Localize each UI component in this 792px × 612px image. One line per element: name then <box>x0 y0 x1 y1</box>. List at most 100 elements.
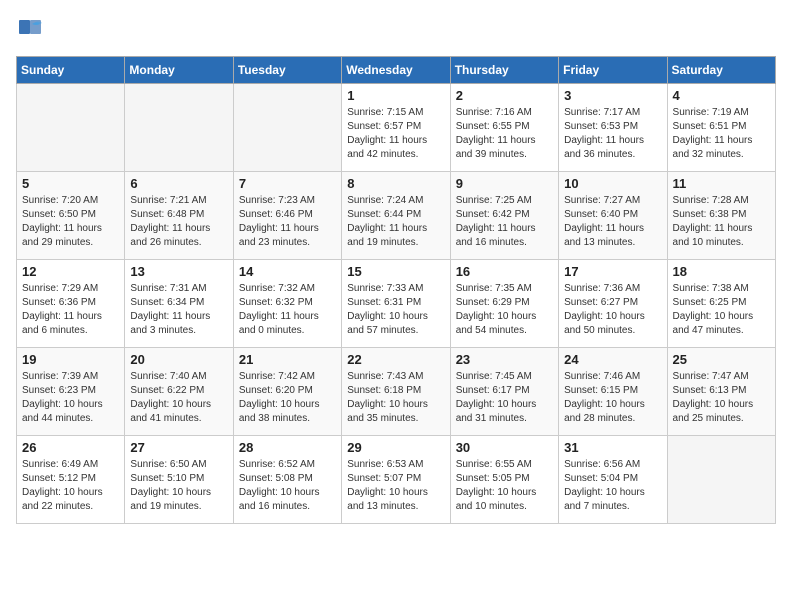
calendar-week-row: 12 Sunrise: 7:29 AM Sunset: 6:36 PM Dayli… <box>17 260 776 348</box>
day-info: Sunrise: 7:43 AM Sunset: 6:18 PM Dayligh… <box>347 370 444 426</box>
calendar-header-monday: Monday <box>125 57 233 84</box>
calendar-cell: 28 Sunrise: 6:52 AM Sunset: 5:08 PM Dayli… <box>233 436 341 524</box>
calendar-cell: 25Sunrise: 7:47 AM Sunset: 6:13 PM Dayli… <box>667 348 775 436</box>
day-number: 13 <box>130 264 227 279</box>
day-number: 1 <box>347 88 444 103</box>
calendar-week-row: 26 Sunrise: 6:49 AM Sunset: 5:12 PM Dayli… <box>17 436 776 524</box>
day-number: 11 <box>673 176 770 191</box>
day-number: 30 <box>456 440 553 455</box>
day-number: 5 <box>22 176 119 191</box>
calendar-cell: 17 Sunrise: 7:36 AM Sunset: 6:27 PM Dayli… <box>559 260 667 348</box>
calendar-cell <box>233 84 341 172</box>
day-info: Sunrise: 7:39 AM Sunset: 6:23 PM Dayligh… <box>22 370 119 426</box>
day-info: Sunrise: 7:16 AM Sunset: 6:55 PM Dayligh… <box>456 106 553 162</box>
day-info: Sunrise: 7:38 AM Sunset: 6:25 PM Dayligh… <box>673 282 770 338</box>
day-number: 12 <box>22 264 119 279</box>
calendar-cell: 6Sunrise: 7:21 AM Sunset: 6:48 PM Daylig… <box>125 172 233 260</box>
day-info: Sunrise: 7:17 AM Sunset: 6:53 PM Dayligh… <box>564 106 661 162</box>
day-info: Sunrise: 7:24 AM Sunset: 6:44 PM Dayligh… <box>347 194 444 250</box>
day-number: 17 <box>564 264 661 279</box>
calendar-header-wednesday: Wednesday <box>342 57 450 84</box>
day-info: Sunrise: 6:49 AM Sunset: 5:12 PM Dayligh… <box>22 458 119 514</box>
day-number: 21 <box>239 352 336 367</box>
calendar-cell: 30 Sunrise: 6:55 AM Sunset: 5:05 PM Dayli… <box>450 436 558 524</box>
calendar-cell: 23 Sunrise: 7:45 AM Sunset: 6:17 PM Dayli… <box>450 348 558 436</box>
day-number: 28 <box>239 440 336 455</box>
day-info: Sunrise: 7:25 AM Sunset: 6:42 PM Dayligh… <box>456 194 553 250</box>
calendar-week-row: 1 Sunrise: 7:15 AM Sunset: 6:57 PM Daylig… <box>17 84 776 172</box>
calendar-header-thursday: Thursday <box>450 57 558 84</box>
calendar-cell <box>125 84 233 172</box>
day-info: Sunrise: 7:40 AM Sunset: 6:22 PM Dayligh… <box>130 370 227 426</box>
day-info: Sunrise: 7:28 AM Sunset: 6:38 PM Dayligh… <box>673 194 770 250</box>
logo <box>16 16 48 44</box>
day-number: 26 <box>22 440 119 455</box>
day-number: 25 <box>673 352 770 367</box>
calendar-cell: 24 Sunrise: 7:46 AM Sunset: 6:15 PM Dayli… <box>559 348 667 436</box>
calendar-cell: 26 Sunrise: 6:49 AM Sunset: 5:12 PM Dayli… <box>17 436 125 524</box>
calendar-cell: 8 Sunrise: 7:24 AM Sunset: 6:44 PM Daylig… <box>342 172 450 260</box>
day-number: 20 <box>130 352 227 367</box>
calendar-cell: 7 Sunrise: 7:23 AM Sunset: 6:46 PM Daylig… <box>233 172 341 260</box>
calendar-cell: 29 Sunrise: 6:53 AM Sunset: 5:07 PM Dayli… <box>342 436 450 524</box>
logo-icon <box>16 16 44 44</box>
calendar-cell: 15Sunrise: 7:33 AM Sunset: 6:31 PM Dayli… <box>342 260 450 348</box>
day-info: Sunrise: 7:45 AM Sunset: 6:17 PM Dayligh… <box>456 370 553 426</box>
calendar-cell <box>17 84 125 172</box>
day-number: 29 <box>347 440 444 455</box>
day-number: 7 <box>239 176 336 191</box>
day-info: Sunrise: 7:36 AM Sunset: 6:27 PM Dayligh… <box>564 282 661 338</box>
calendar-cell: 5Sunrise: 7:20 AM Sunset: 6:50 PM Daylig… <box>17 172 125 260</box>
day-number: 8 <box>347 176 444 191</box>
day-info: Sunrise: 7:35 AM Sunset: 6:29 PM Dayligh… <box>456 282 553 338</box>
calendar-cell: 11 Sunrise: 7:28 AM Sunset: 6:38 PM Dayli… <box>667 172 775 260</box>
day-number: 23 <box>456 352 553 367</box>
day-info: Sunrise: 6:53 AM Sunset: 5:07 PM Dayligh… <box>347 458 444 514</box>
calendar-cell: 10 Sunrise: 7:27 AM Sunset: 6:40 PM Dayli… <box>559 172 667 260</box>
day-number: 18 <box>673 264 770 279</box>
calendar-cell: 16 Sunrise: 7:35 AM Sunset: 6:29 PM Dayli… <box>450 260 558 348</box>
day-number: 4 <box>673 88 770 103</box>
day-info: Sunrise: 7:29 AM Sunset: 6:36 PM Dayligh… <box>22 282 119 338</box>
day-info: Sunrise: 6:55 AM Sunset: 5:05 PM Dayligh… <box>456 458 553 514</box>
calendar-cell: 3 Sunrise: 7:17 AM Sunset: 6:53 PM Daylig… <box>559 84 667 172</box>
day-info: Sunrise: 7:32 AM Sunset: 6:32 PM Dayligh… <box>239 282 336 338</box>
day-number: 9 <box>456 176 553 191</box>
calendar-cell: 9 Sunrise: 7:25 AM Sunset: 6:42 PM Daylig… <box>450 172 558 260</box>
calendar-cell: 20 Sunrise: 7:40 AM Sunset: 6:22 PM Dayli… <box>125 348 233 436</box>
calendar-cell: 4 Sunrise: 7:19 AM Sunset: 6:51 PM Daylig… <box>667 84 775 172</box>
day-number: 27 <box>130 440 227 455</box>
calendar-cell: 19Sunrise: 7:39 AM Sunset: 6:23 PM Dayli… <box>17 348 125 436</box>
day-number: 2 <box>456 88 553 103</box>
day-info: Sunrise: 7:19 AM Sunset: 6:51 PM Dayligh… <box>673 106 770 162</box>
calendar-header-tuesday: Tuesday <box>233 57 341 84</box>
calendar-table: SundayMondayTuesdayWednesdayThursdayFrid… <box>16 56 776 524</box>
calendar-header-friday: Friday <box>559 57 667 84</box>
day-info: Sunrise: 6:52 AM Sunset: 5:08 PM Dayligh… <box>239 458 336 514</box>
day-info: Sunrise: 6:50 AM Sunset: 5:10 PM Dayligh… <box>130 458 227 514</box>
day-info: Sunrise: 7:27 AM Sunset: 6:40 PM Dayligh… <box>564 194 661 250</box>
day-info: Sunrise: 7:31 AM Sunset: 6:34 PM Dayligh… <box>130 282 227 338</box>
calendar-header-sunday: Sunday <box>17 57 125 84</box>
day-number: 10 <box>564 176 661 191</box>
calendar-cell: 12 Sunrise: 7:29 AM Sunset: 6:36 PM Dayli… <box>17 260 125 348</box>
calendar-week-row: 19Sunrise: 7:39 AM Sunset: 6:23 PM Dayli… <box>17 348 776 436</box>
day-number: 6 <box>130 176 227 191</box>
calendar-cell: 27 Sunrise: 6:50 AM Sunset: 5:10 PM Dayli… <box>125 436 233 524</box>
calendar-cell: 2 Sunrise: 7:16 AM Sunset: 6:55 PM Daylig… <box>450 84 558 172</box>
day-number: 16 <box>456 264 553 279</box>
calendar-cell <box>667 436 775 524</box>
day-info: Sunrise: 7:46 AM Sunset: 6:15 PM Dayligh… <box>564 370 661 426</box>
day-number: 31 <box>564 440 661 455</box>
day-info: Sunrise: 7:15 AM Sunset: 6:57 PM Dayligh… <box>347 106 444 162</box>
page-header <box>16 16 776 44</box>
day-number: 14 <box>239 264 336 279</box>
calendar-header-row: SundayMondayTuesdayWednesdayThursdayFrid… <box>17 57 776 84</box>
day-info: Sunrise: 6:56 AM Sunset: 5:04 PM Dayligh… <box>564 458 661 514</box>
day-number: 24 <box>564 352 661 367</box>
day-number: 15 <box>347 264 444 279</box>
day-number: 3 <box>564 88 661 103</box>
day-number: 22 <box>347 352 444 367</box>
day-info: Sunrise: 7:23 AM Sunset: 6:46 PM Dayligh… <box>239 194 336 250</box>
calendar-cell: 14 Sunrise: 7:32 AM Sunset: 6:32 PM Dayli… <box>233 260 341 348</box>
